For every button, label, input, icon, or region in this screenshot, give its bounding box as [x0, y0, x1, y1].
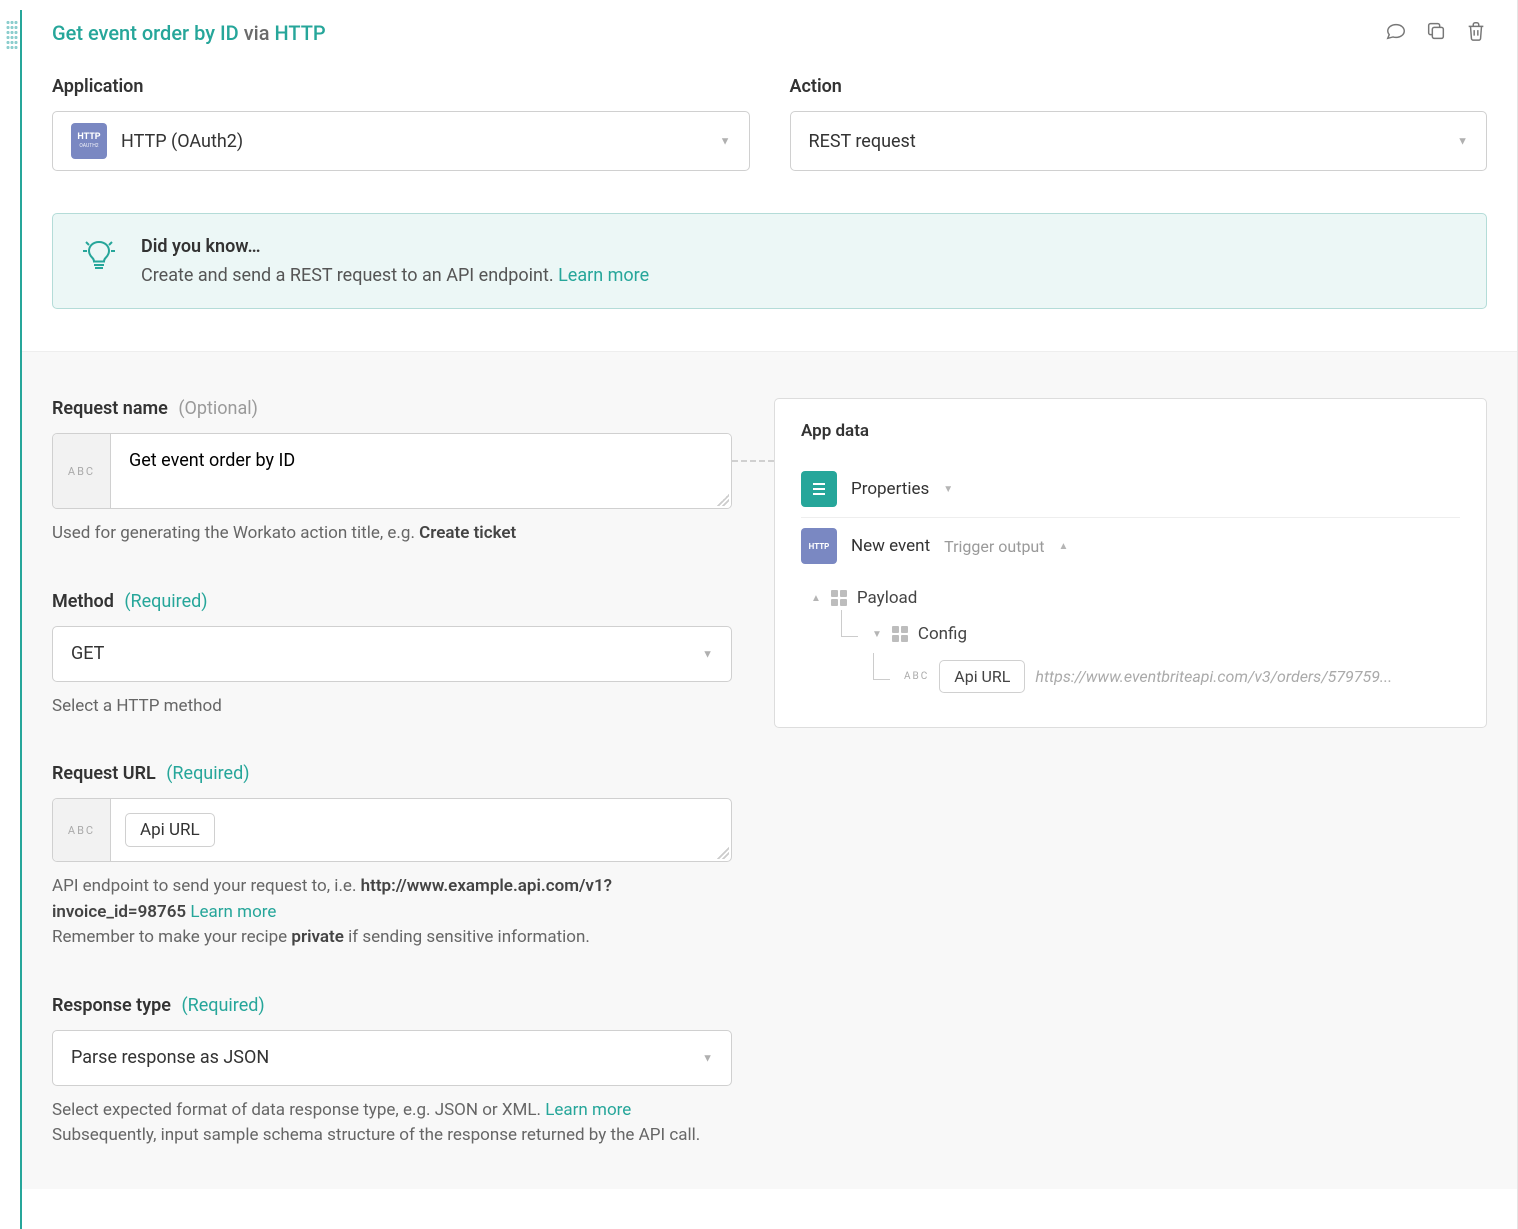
chevron-down-icon: ▼: [702, 1051, 713, 1064]
chevron-down-icon[interactable]: ▼: [943, 484, 953, 495]
tree-node-payload[interactable]: ▲ Payload: [811, 580, 1460, 616]
properties-icon: [801, 471, 837, 507]
drag-handle-icon[interactable]: [6, 20, 18, 50]
app-data-title: App data: [801, 421, 1460, 441]
request-url-helper: API endpoint to send your request to, i.…: [52, 874, 732, 951]
chevron-up-icon[interactable]: ▲: [811, 593, 821, 604]
properties-row[interactable]: Properties ▼: [801, 461, 1460, 518]
data-pill-api-url[interactable]: Api URL: [939, 660, 1025, 693]
chevron-down-icon[interactable]: ▼: [872, 629, 882, 640]
copy-icon[interactable]: [1425, 20, 1447, 46]
api-url-preview: https://www.eventbriteapi.com/v3/orders/…: [1035, 667, 1460, 686]
application-select[interactable]: HTTP OAUTH2 HTTP (OAuth2) ▼: [52, 111, 750, 171]
step-header: Get event order by ID via HTTP: [52, 0, 1487, 76]
response-type-select[interactable]: Parse response as JSON ▼: [52, 1030, 732, 1086]
chevron-down-icon: ▼: [1457, 135, 1468, 148]
request-name-label: Request name (Optional): [52, 398, 732, 419]
step-rail: [0, 0, 22, 1229]
chevron-up-icon[interactable]: ▲: [1058, 541, 1068, 552]
request-name-helper: Used for generating the Workato action t…: [52, 521, 732, 547]
learn-more-link[interactable]: Learn more: [190, 902, 276, 922]
info-panel: Did you know… Create and send a REST req…: [52, 213, 1487, 309]
object-icon: [831, 590, 847, 606]
request-url-label: Request URL (Required): [52, 763, 732, 784]
action-label: Action: [790, 76, 1488, 97]
delete-icon[interactable]: [1465, 20, 1487, 46]
tip-body: Create and send a REST request to an API…: [141, 265, 649, 286]
response-type-label: Response type (Required): [52, 995, 732, 1016]
step-title: Get event order by ID via HTTP: [52, 21, 326, 45]
object-icon: [892, 626, 908, 642]
method-label: Method (Required): [52, 591, 732, 612]
text-type-icon: ABC: [904, 671, 929, 682]
lightbulb-icon: [79, 236, 119, 276]
application-label: Application: [52, 76, 750, 97]
method-select[interactable]: GET ▼: [52, 626, 732, 682]
http-app-icon: HTTP: [801, 528, 837, 564]
request-url-input[interactable]: Api URL: [111, 799, 731, 861]
chevron-down-icon: ▼: [720, 135, 731, 148]
action-select[interactable]: REST request ▼: [790, 111, 1488, 171]
data-link-connector: [732, 460, 774, 462]
chevron-down-icon: ▼: [702, 647, 713, 660]
data-pill-api-url[interactable]: Api URL: [125, 813, 215, 847]
tree-node-api-url[interactable]: ABC Api URL https://www.eventbriteapi.co…: [877, 652, 1460, 701]
learn-more-link[interactable]: Learn more: [558, 265, 649, 286]
method-helper: Select a HTTP method: [52, 694, 732, 720]
app-data-panel: App data Properties ▼ HTTP New event Tri…: [774, 398, 1487, 728]
learn-more-link[interactable]: Learn more: [545, 1100, 631, 1120]
response-type-helper: Select expected format of data response …: [52, 1098, 732, 1149]
text-type-icon: ABC: [53, 434, 111, 508]
new-event-row[interactable]: HTTP New event Trigger output ▲: [801, 518, 1460, 574]
request-name-input[interactable]: [111, 434, 731, 508]
tree-node-config[interactable]: ▼ Config: [845, 616, 1460, 652]
tip-title: Did you know…: [141, 236, 649, 257]
http-app-icon: HTTP OAUTH2: [71, 123, 107, 159]
text-type-icon: ABC: [53, 799, 111, 861]
comment-icon[interactable]: [1385, 20, 1407, 46]
